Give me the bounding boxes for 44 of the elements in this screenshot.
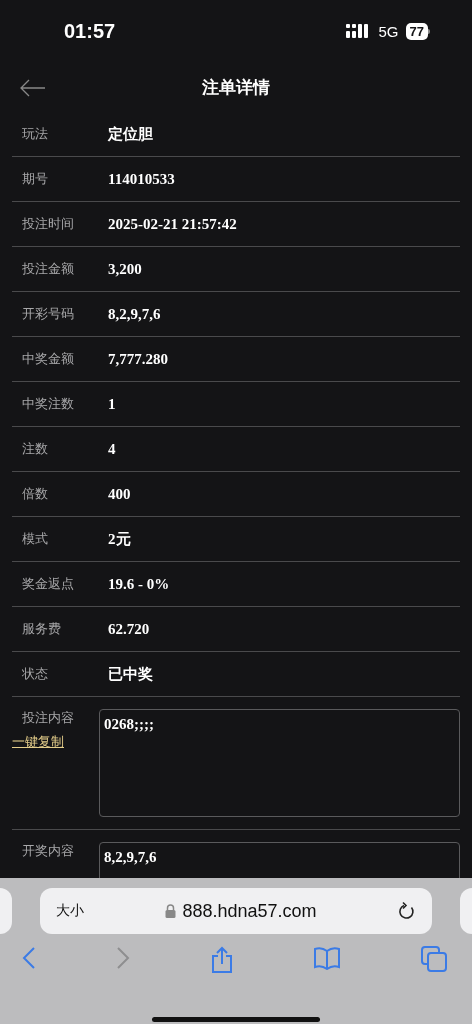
field-label: 倍数 — [21, 485, 49, 503]
battery-icon: 77 — [405, 22, 428, 40]
field-value: 400 — [108, 485, 131, 503]
field-label: 中奖注数 — [21, 395, 75, 413]
field-value: 19.6 - 0% — [108, 575, 170, 593]
field-label: 模式 — [21, 530, 49, 548]
url-text: 888.hdna57.com — [182, 900, 317, 922]
address-bar[interactable]: 大小 888.hdna57.com — [40, 888, 432, 934]
field-value: 4 — [108, 440, 116, 458]
field-value: 已中奖 — [108, 664, 153, 684]
field-value: 7,777.280 — [108, 350, 168, 368]
field-label: 期号 — [21, 170, 49, 188]
field-label: 状态 — [21, 665, 49, 683]
field-label: 玩法 — [21, 125, 49, 143]
share-icon[interactable] — [210, 946, 233, 974]
field-label: 投注内容 — [21, 709, 74, 727]
back-arrow-icon[interactable] — [20, 79, 46, 97]
field-label: 服务费 — [21, 620, 62, 638]
field-label: 投注时间 — [21, 215, 75, 233]
back-icon[interactable] — [22, 946, 36, 970]
field-value: 2025-02-21 21:57:42 — [108, 215, 237, 233]
field-label: 注数 — [21, 440, 49, 458]
field-label: 开奖内容 — [21, 842, 74, 860]
field-label: 奖金返点 — [21, 575, 75, 593]
field-value: 2元 — [108, 529, 131, 549]
field-value: 62.720 — [108, 620, 150, 638]
field-label: 投注金额 — [21, 260, 75, 278]
network-label: 5G — [378, 22, 399, 40]
field-value: 3,200 — [108, 260, 142, 278]
field-value: 8,2,9,7,6 — [108, 305, 161, 323]
field-label: 开彩号码 — [21, 305, 75, 323]
field-label: 中奖金额 — [21, 350, 75, 368]
text-size-button[interactable]: 大小 — [56, 902, 84, 920]
field-value: 定位胆 — [108, 124, 153, 144]
book-icon[interactable] — [312, 946, 341, 970]
lock-icon — [165, 904, 177, 918]
copy-link[interactable]: 一键复制 — [12, 733, 64, 751]
page-title: 注单详情 — [202, 76, 270, 99]
field-value: 114010533 — [108, 170, 175, 188]
content-field[interactable]: 0268;;;; — [99, 709, 460, 817]
status-time: 01:57 — [64, 19, 116, 43]
reload-icon[interactable] — [398, 901, 416, 921]
tabs-icon[interactable] — [421, 946, 447, 972]
field-value: 1 — [108, 395, 116, 413]
